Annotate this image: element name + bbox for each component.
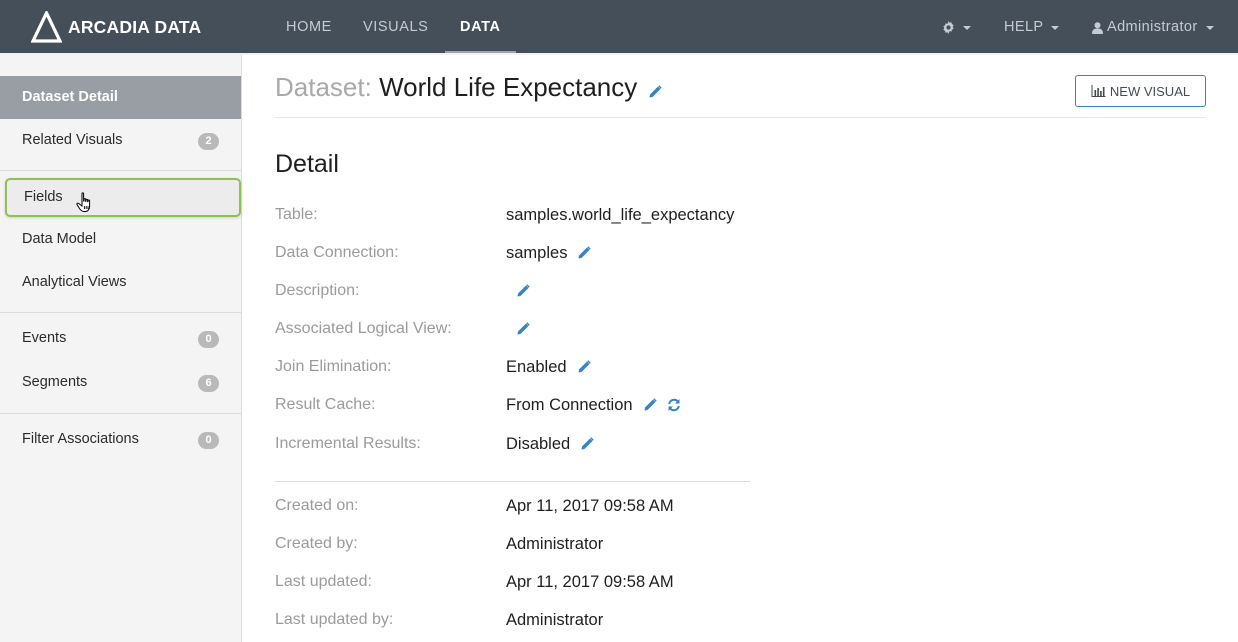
pencil-icon[interactable]: [577, 246, 592, 260]
user-icon: [1092, 21, 1103, 34]
new-visual-button[interactable]: NEW VISUAL: [1075, 75, 1206, 107]
pencil-icon[interactable]: [516, 322, 530, 336]
count-badge: 0: [198, 331, 219, 348]
count-badge: 2: [198, 133, 219, 150]
brand-logo[interactable]: ARCADIA DATA: [31, 11, 201, 43]
field-value: From Connection: [506, 396, 681, 415]
field-value: Apr 11, 2017 09:58 AM: [506, 572, 674, 591]
sidebar: Dataset Detail Related Visuals 2 Fields …: [0, 55, 242, 642]
field-label: Description:: [275, 282, 360, 299]
user-menu[interactable]: Administrator: [1092, 0, 1214, 55]
refresh-icon[interactable]: [667, 398, 681, 412]
sidebar-item-filter-associations[interactable]: Filter Associations 0: [0, 418, 241, 461]
field-value: Enabled: [506, 358, 591, 377]
sidebar-item-label: Related Visuals: [22, 132, 123, 148]
chevron-down-icon: [1051, 25, 1060, 30]
top-navbar: ARCADIA DATA HOME VISUALS DATA HELP Admi…: [0, 0, 1238, 55]
field-value: samples: [506, 243, 592, 263]
detail-row-table: Table: samples.world_life_expectancy: [275, 203, 734, 227]
sidebar-divider: [0, 312, 241, 313]
sidebar-item-events[interactable]: Events 0: [0, 317, 241, 360]
field-label: Incremental Results:: [275, 435, 421, 452]
sidebar-item-label: Events: [22, 330, 67, 346]
field-value: Disabled: [506, 435, 594, 454]
field-label: Created by:: [275, 535, 358, 552]
result-cache-value: From Connection: [506, 395, 633, 414]
detail-row-logical-view: Associated Logical View:: [275, 317, 530, 341]
bar-chart-icon: [1091, 85, 1106, 97]
detail-row-incremental-results: Incremental Results: Disabled: [275, 432, 594, 456]
table-name: samples.world_life_expectancy: [506, 205, 735, 224]
settings-menu[interactable]: [942, 0, 971, 55]
field-label: Last updated by:: [275, 611, 394, 628]
user-name: Administrator: [1107, 19, 1198, 35]
triangle-logo-icon: [31, 11, 62, 43]
chevron-down-icon: [963, 25, 971, 30]
field-label: Join Elimination:: [275, 358, 392, 375]
metadata-divider: [275, 481, 750, 482]
sidebar-item-label: Filter Associations: [22, 431, 139, 447]
connection-name: samples: [506, 243, 568, 262]
pencil-icon[interactable]: [643, 398, 657, 412]
pencil-icon[interactable]: [516, 284, 530, 298]
field-label: Created on:: [275, 497, 359, 514]
nav-data[interactable]: DATA: [445, 0, 515, 55]
page-title: Dataset: World Life Expectancy: [275, 72, 637, 103]
help-menu[interactable]: HELP: [1004, 0, 1060, 55]
new-visual-label: NEW VISUAL: [1109, 83, 1191, 99]
field-label: Data Connection:: [275, 244, 399, 261]
hand-cursor-icon: [76, 192, 91, 212]
sidebar-item-label: Data Model: [22, 231, 97, 247]
sidebar-item-label: Dataset Detail: [22, 89, 118, 105]
field-label: Last updated:: [275, 573, 372, 590]
incremental-results-value: Disabled: [506, 434, 571, 453]
field-label: Table:: [275, 206, 318, 223]
meta-row-last-updated-by: Last updated by: Administrator: [275, 608, 603, 632]
field-label: Result Cache:: [275, 396, 376, 413]
sidebar-item-dataset-detail[interactable]: Dataset Detail: [0, 76, 241, 119]
meta-row-last-updated: Last updated: Apr 11, 2017 09:58 AM: [275, 570, 674, 594]
count-badge: 0: [198, 432, 219, 449]
brand-name: ARCADIA DATA: [68, 16, 202, 37]
field-value: Administrator: [506, 534, 604, 553]
pencil-icon[interactable]: [580, 437, 594, 451]
gear-icon: [943, 21, 954, 34]
meta-row-created-on: Created on: Apr 11, 2017 09:58 AM: [275, 494, 674, 518]
sidebar-item-related-visuals[interactable]: Related Visuals 2: [0, 119, 241, 162]
sidebar-item-label: Analytical Views: [22, 274, 127, 290]
field-value: [506, 322, 530, 336]
pencil-icon[interactable]: [648, 85, 662, 99]
field-value: Administrator: [506, 610, 604, 629]
pencil-icon[interactable]: [577, 360, 591, 374]
chevron-down-icon: [1205, 25, 1214, 30]
detail-row-description: Description:: [275, 279, 530, 303]
field-value: samples.world_life_expectancy: [506, 206, 734, 225]
detail-row-result-cache: Result Cache: From Connection: [275, 393, 681, 417]
detail-row-join-elimination: Join Elimination: Enabled: [275, 355, 591, 379]
field-label: Associated Logical View:: [275, 320, 452, 337]
field-value: Apr 11, 2017 09:58 AM: [506, 496, 674, 515]
join-elimination-value: Enabled: [506, 357, 567, 376]
help-label: HELP: [1004, 19, 1044, 35]
title-divider: [275, 117, 1206, 118]
sidebar-item-analytical-views[interactable]: Analytical Views: [0, 261, 241, 304]
nav-home[interactable]: HOME: [286, 0, 332, 55]
meta-row-created-by: Created by: Administrator: [275, 532, 603, 556]
sidebar-item-label: Segments: [22, 374, 88, 390]
detail-heading: Detail: [275, 150, 339, 178]
sidebar-item-fields[interactable]: Fields: [5, 178, 241, 217]
sidebar-divider: [0, 170, 241, 171]
title-prefix: Dataset:: [275, 72, 372, 102]
count-badge: 6: [198, 375, 219, 392]
detail-row-data-connection: Data Connection: samples: [275, 241, 592, 265]
sidebar-divider: [0, 413, 241, 414]
sidebar-item-segments[interactable]: Segments 6: [0, 361, 241, 404]
sidebar-item-label: Fields: [24, 189, 63, 205]
field-value: [506, 284, 530, 298]
dataset-name: World Life Expectancy: [379, 72, 638, 102]
nav-visuals[interactable]: VISUALS: [363, 0, 428, 55]
sidebar-item-data-model[interactable]: Data Model: [0, 218, 241, 261]
